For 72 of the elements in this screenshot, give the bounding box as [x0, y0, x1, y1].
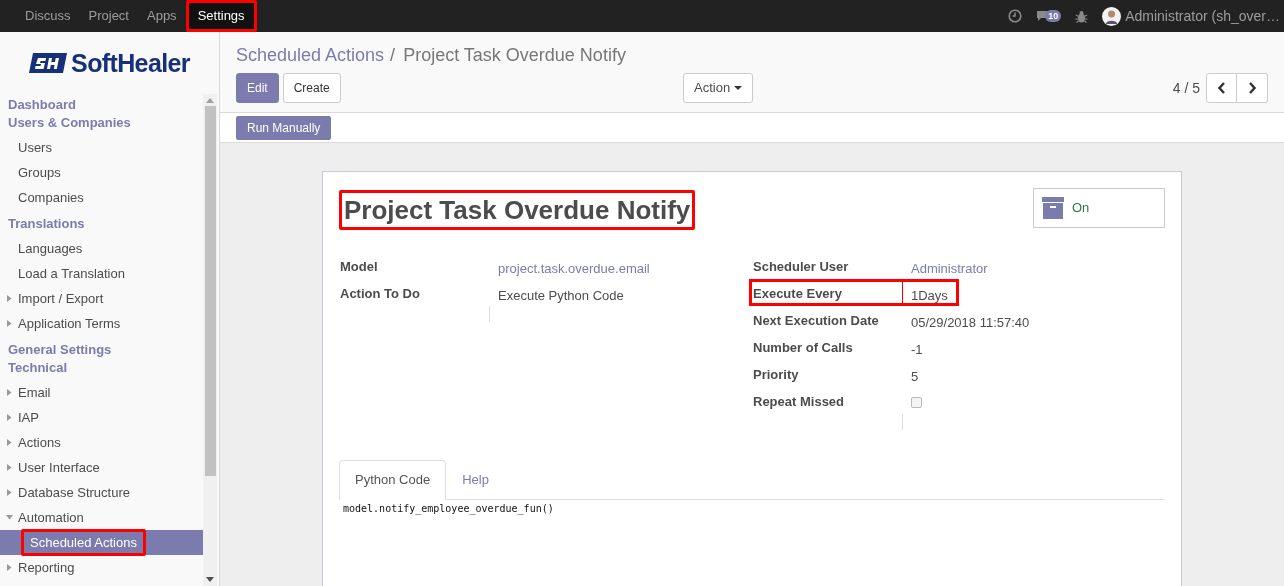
tab[interactable]: Python Code — [339, 460, 447, 500]
field-value: Execute Python Code — [498, 288, 624, 303]
archive-box-icon — [1042, 197, 1064, 219]
scroll-down-icon[interactable] — [206, 577, 214, 583]
sidebar-item[interactable]: Import / Export — [18, 288, 104, 309]
app-menu-item[interactable]: Discuss — [16, 0, 80, 32]
sidebar-item-selected[interactable]: Scheduled Actions — [0, 530, 203, 555]
field-label: Execute Every — [753, 285, 842, 303]
pager-value: 4 / 5 — [1172, 78, 1200, 98]
tab[interactable]: Help — [446, 460, 505, 500]
logo-mark-icon — [29, 53, 68, 73]
create-button[interactable]: Create — [282, 73, 341, 103]
bug-icon[interactable] — [1075, 9, 1089, 23]
field-label: Number of Calls — [753, 339, 853, 357]
sidebar-section-title[interactable]: General Settings — [0, 341, 203, 359]
user-name: Administrator (sh_over… — [1125, 6, 1280, 26]
breadcrumb-separator: / — [390, 44, 396, 67]
scrollbar-thumb[interactable] — [204, 106, 216, 476]
caret-down-icon — [734, 86, 743, 90]
message-count-badge: 10 — [1045, 10, 1062, 22]
field-value: 05/29/2018 11:57:40 — [911, 315, 1030, 330]
active-toggle-button[interactable]: On — [1033, 188, 1165, 228]
sidebar-item[interactable]: Database Structure — [18, 482, 130, 503]
sidebar-item[interactable]: Groups — [18, 162, 61, 183]
app-menu-item[interactable]: Project — [79, 0, 138, 32]
scrollbar[interactable] — [203, 94, 217, 586]
sidebar-section-title[interactable]: Dashboard — [0, 96, 203, 114]
sidebar-item[interactable]: Automation — [18, 507, 84, 528]
sidebar-section-title[interactable]: Users & Companies — [0, 114, 203, 132]
chevron-right-icon — [1248, 82, 1256, 94]
field-value: 1Days — [911, 288, 948, 303]
breadcrumb-current: Project Task Overdue Notify — [403, 44, 626, 67]
logo-text: SoftHealer — [71, 50, 190, 76]
sidebar-section-title[interactable]: Technical — [0, 359, 203, 377]
sidebar-item[interactable]: Reporting — [18, 557, 75, 578]
sidebar-item[interactable]: Application Terms — [18, 313, 121, 334]
field-label: Priority — [753, 366, 799, 384]
record-title: Project Task Overdue Notify — [339, 190, 696, 230]
sidebar-item[interactable]: IAP — [18, 407, 39, 428]
previous-button[interactable] — [1206, 73, 1237, 103]
sidebar-item[interactable]: User Interface — [18, 457, 100, 478]
avatar-icon — [1102, 6, 1122, 26]
field-value-link[interactable]: Administrator — [911, 261, 988, 276]
sidebar-section-title[interactable]: Translations — [0, 215, 203, 233]
field-label: Scheduler User — [753, 258, 849, 276]
field-label: Action To Do — [340, 285, 420, 303]
user-menu[interactable]: Administrator (sh_over… — [1102, 5, 1280, 27]
run-manually-button[interactable]: Run Manually — [236, 115, 332, 140]
action-dropdown[interactable]: Action — [683, 73, 754, 103]
field-label: Model — [340, 258, 378, 276]
sidebar-item[interactable]: Companies — [18, 187, 84, 208]
edit-button[interactable]: Edit — [236, 73, 279, 103]
app-menu-item[interactable]: Settings — [185, 0, 257, 32]
breadcrumb-link[interactable]: Scheduled Actions — [236, 42, 385, 69]
field-value-link[interactable]: project.task.overdue.email — [498, 261, 650, 276]
messages-button[interactable]: 10 — [1036, 10, 1062, 22]
field-label: Repeat Missed — [753, 393, 845, 411]
code-text: model.notify_employee_overdue_fun() — [343, 502, 555, 516]
sidebar-item[interactable]: Scheduled Actions — [21, 528, 146, 557]
next-button[interactable] — [1237, 73, 1268, 103]
chevron-left-icon — [1217, 82, 1226, 94]
checkbox[interactable] — [911, 397, 922, 408]
sidebar-item[interactable]: Languages — [18, 238, 83, 259]
sidebar-item[interactable]: Users — [18, 137, 52, 158]
sidebar-item[interactable]: Actions — [18, 432, 61, 453]
field-value: -1 — [911, 342, 923, 357]
field-label: Next Execution Date — [753, 312, 879, 330]
clock-icon[interactable] — [1008, 9, 1023, 23]
sidebar-item[interactable]: Load a Translation — [18, 263, 125, 284]
app-menu-item[interactable]: Apps — [138, 0, 186, 32]
field-value: 5 — [911, 369, 919, 384]
sidebar-item[interactable]: Email — [18, 382, 51, 403]
